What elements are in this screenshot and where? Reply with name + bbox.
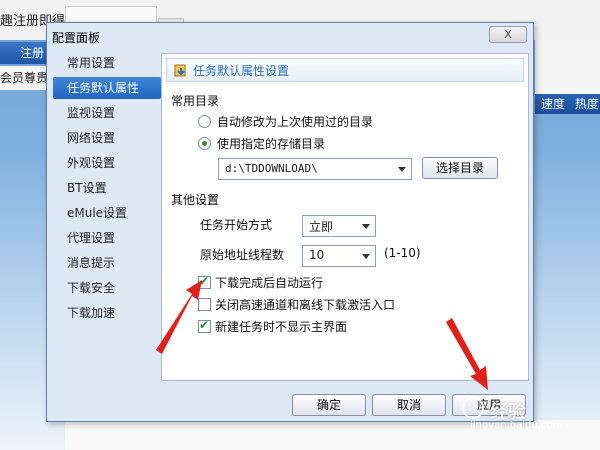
column-speed[interactable]: 速度 xyxy=(541,97,565,111)
nav-item-task-defaults[interactable]: 任务默认属性 xyxy=(53,77,161,99)
radio-auto-dir-label: 自动修改为上次使用过的目录 xyxy=(217,115,374,129)
nav-item-network[interactable]: 网络设置 xyxy=(53,127,161,149)
section-other-title: 其他设置 xyxy=(171,193,220,207)
nav-item-proxy[interactable]: 代理设置 xyxy=(53,227,161,249)
watermark-url: jingyan.baidu.com xyxy=(470,420,563,431)
column-heat[interactable]: 热度 xyxy=(575,97,599,111)
nav-item-bt[interactable]: BT设置 xyxy=(53,177,161,199)
start-mode-label: 任务开始方式 xyxy=(200,218,273,232)
nav-item-emule[interactable]: eMule设置 xyxy=(53,202,161,224)
threads-range: (1-10) xyxy=(384,246,421,260)
radio-specified-dir[interactable] xyxy=(198,137,211,150)
close-button[interactable]: X xyxy=(489,26,527,43)
panel-header: 任务默认属性设置 xyxy=(166,58,524,82)
config-dialog: 配置面板 X 常用设置 任务默认属性 监视设置 网络设置 外观设置 BT设置 e… xyxy=(46,22,534,422)
nav-item-common[interactable]: 常用设置 xyxy=(53,52,161,74)
threads-label: 原始地址线程数 xyxy=(200,248,285,262)
panel-title: 任务默认属性设置 xyxy=(193,64,290,78)
checkbox-hide-main-window[interactable] xyxy=(198,318,211,333)
dialog-button-bar: 确定 取消 应用 xyxy=(47,383,533,421)
checkbox-hide-main-window-label: 新建任务时不显示主界面 xyxy=(215,320,348,334)
ok-button[interactable]: 确定 xyxy=(292,394,366,416)
radio-specified-dir-label: 使用指定的存储目录 xyxy=(217,137,326,151)
choose-dir-button[interactable]: 选择目录 xyxy=(422,157,498,179)
threads-select[interactable]: 10 xyxy=(302,245,376,267)
close-icon: X xyxy=(504,28,512,41)
chevron-down-icon xyxy=(362,224,370,229)
checkbox-disable-highspeed-label: 关闭高速通道和离线下载激活入口 xyxy=(215,298,396,312)
nav-item-acceleration[interactable]: 下载加速 xyxy=(53,302,161,324)
chevron-down-icon xyxy=(362,254,370,259)
nav-item-monitor[interactable]: 监视设置 xyxy=(53,102,161,124)
nav-item-appearance[interactable]: 外观设置 xyxy=(53,152,161,174)
background-column-header: 速度 热度 xyxy=(535,94,600,114)
nav-item-notifications[interactable]: 消息提示 xyxy=(53,252,161,274)
section-common-dir-title: 常用目录 xyxy=(171,94,220,108)
checkbox-auto-run[interactable] xyxy=(198,274,211,289)
download-dir-value: d:\TDDOWNLOAD\ xyxy=(225,162,318,175)
watermark-logo-icon xyxy=(462,397,484,419)
checkbox-disable-highspeed[interactable] xyxy=(198,298,211,311)
settings-panel: 任务默认属性设置 常用目录 自动修改为上次使用过的目录 使用指定的存储目录 d:… xyxy=(161,53,529,381)
download-dir-combo[interactable]: d:\TDDOWNLOAD\ xyxy=(218,158,412,180)
nav-item-security[interactable]: 下载安全 xyxy=(53,277,161,299)
radio-auto-dir[interactable] xyxy=(198,115,211,128)
dialog-title: 配置面板 xyxy=(52,31,101,45)
checkbox-auto-run-label: 下载完成后自动运行 xyxy=(215,276,324,290)
start-mode-select[interactable]: 立即 xyxy=(302,215,376,237)
cancel-button[interactable]: 取消 xyxy=(372,394,446,416)
threads-value: 10 xyxy=(309,248,325,262)
chevron-down-icon xyxy=(398,167,406,172)
start-mode-value: 立即 xyxy=(309,220,334,234)
task-settings-icon xyxy=(174,64,186,77)
